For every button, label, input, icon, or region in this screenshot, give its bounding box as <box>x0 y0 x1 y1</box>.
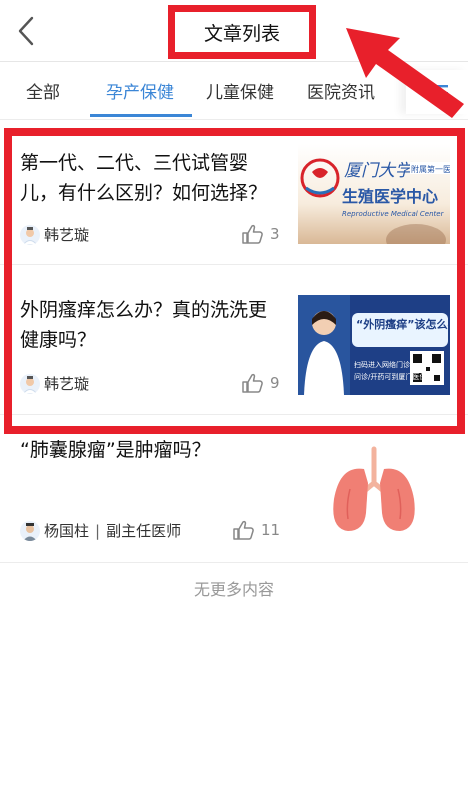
article-title: 外阴瘙痒怎么办？真的洗洗更 健康吗？ <box>20 295 267 355</box>
thumbs-up-icon <box>242 224 263 244</box>
svg-text:生殖医学中心: 生殖医学中心 <box>342 187 438 206</box>
svg-text:附属第一医院: 附属第一医院 <box>411 164 450 174</box>
avatar <box>20 520 40 541</box>
article-author: 韩艺璇 <box>20 224 89 245</box>
like-button[interactable]: 9 <box>242 373 280 393</box>
article-title-line: 儿，有什么区别？如何选择？ <box>20 182 268 204</box>
article-thumbnail: “外阴瘙痒”该怎么办？ 扫码进入网络门诊 问诊/开药可到厦门医保 <box>298 295 450 395</box>
lungs-icon <box>333 446 415 531</box>
svg-text:Reproductive Medical Center: Reproductive Medical Center <box>342 210 445 218</box>
like-count: 9 <box>270 374 280 392</box>
no-more-content: 无更多内容 <box>193 580 274 599</box>
article-thumbnail <box>298 439 450 539</box>
author-role: 副主任医师 <box>106 522 182 540</box>
svg-text:“外阴瘙痒”该怎么办？: “外阴瘙痒”该怎么办？ <box>356 317 450 331</box>
reproductive-center-logo-icon: 厦门大学 附属第一医院 生殖医学中心 Reproductive Medical … <box>300 158 450 244</box>
thumbs-up-icon <box>242 373 263 393</box>
like-button[interactable]: 3 <box>242 224 280 244</box>
article-item[interactable]: “肺囊腺瘤”是肿瘤吗？ 杨国柱 | 副主任医师 11 <box>0 415 468 563</box>
active-tab-indicator <box>90 114 192 117</box>
page-title-box: 文章列表 <box>168 5 316 59</box>
article-title-line: 外阴瘙痒怎么办？真的洗洗更 <box>20 299 268 321</box>
article-item[interactable]: 外阴瘙痒怎么办？真的洗洗更 健康吗？ 韩艺璇 9 “外阴瘙痒”该怎么办？ <box>0 265 468 415</box>
author-name: 韩艺璇 <box>44 375 90 393</box>
article-title: 第一代、二代、三代试管婴 儿，有什么区别？如何选择？ <box>20 148 267 208</box>
author-name: 韩艺璇 <box>44 226 90 244</box>
svg-text:扫码进入网络门诊: 扫码进入网络门诊 <box>354 360 410 369</box>
tab-all[interactable]: 全部 <box>26 78 60 103</box>
article-title-line: 健康吗？ <box>20 329 97 351</box>
page-title: 文章列表 <box>203 22 280 45</box>
author-name: 杨国柱 <box>44 522 90 540</box>
article-thumbnail: 厦门大学 附属第一医院 生殖医学中心 Reproductive Medical … <box>298 144 450 244</box>
article-item[interactable]: 第一代、二代、三代试管婴 儿，有什么区别？如何选择？ 韩艺璇 3 厦门大学 附属… <box>0 140 468 265</box>
avatar <box>20 224 40 245</box>
like-button[interactable]: 11 <box>233 520 280 540</box>
article-title: “肺囊腺瘤”是肿瘤吗？ <box>20 439 211 461</box>
article-author: 韩艺璇 <box>20 373 89 394</box>
back-button[interactable] <box>12 14 44 48</box>
tab-maternal-health[interactable]: 孕产保健 <box>106 78 174 103</box>
like-count: 11 <box>261 521 281 539</box>
thumbs-up-icon <box>233 520 254 540</box>
author-separator: | <box>95 521 101 540</box>
tab-child-health[interactable]: 儿童保健 <box>206 78 274 103</box>
svg-text:厦门大学: 厦门大学 <box>344 161 414 180</box>
svg-text:问诊/开药可到厦门医保: 问诊/开药可到厦门医保 <box>354 372 426 381</box>
article-title-line: 第一代、二代、三代试管婴 <box>20 152 249 174</box>
article-author: 杨国柱 | 副主任医师 <box>20 520 181 541</box>
avatar <box>20 373 40 394</box>
like-count: 3 <box>270 225 280 243</box>
doctor-poster-image-icon: “外阴瘙痒”该怎么办？ 扫码进入网络门诊 问诊/开药可到厦门医保 <box>298 295 450 395</box>
annotation-arrow-icon <box>346 28 464 118</box>
chevron-left-icon <box>18 16 34 46</box>
